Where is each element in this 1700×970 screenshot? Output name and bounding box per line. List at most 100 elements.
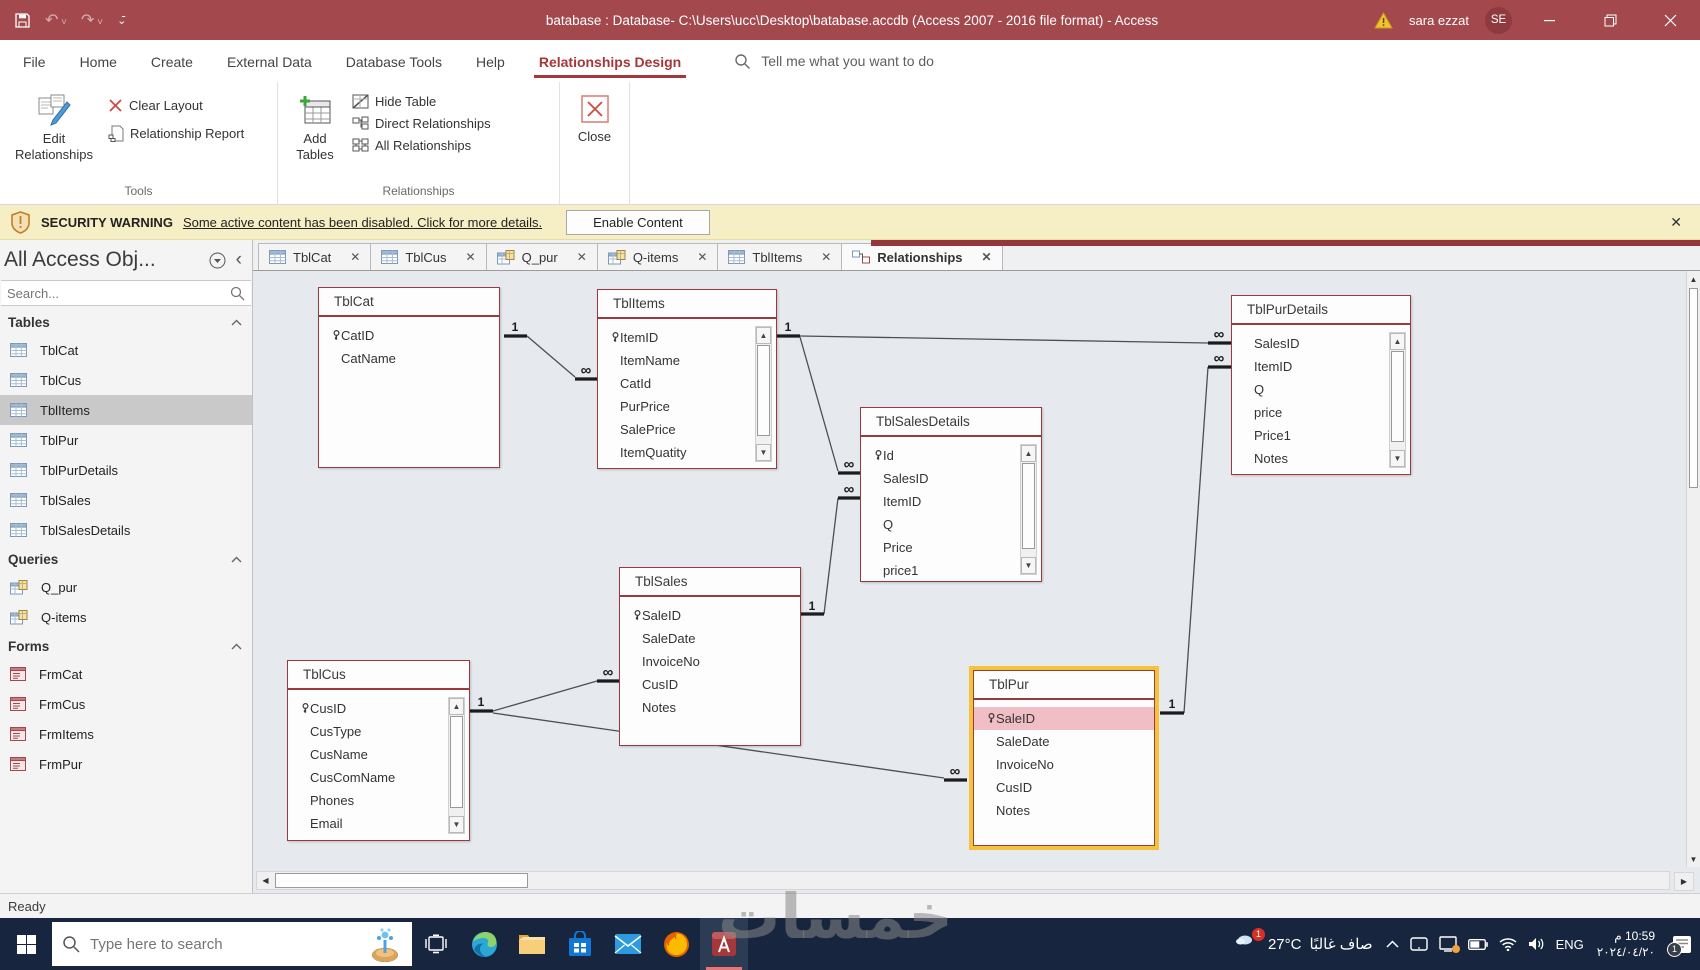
close-tab-icon[interactable]: ✕: [577, 250, 587, 264]
weather-widget[interactable]: 1 27°C صاف غالبًا: [1233, 927, 1373, 957]
table-field-saledate[interactable]: SaleDate: [620, 627, 800, 650]
minimize-button[interactable]: [1528, 0, 1572, 40]
scroll-down-icon[interactable]: ▼: [1687, 851, 1700, 867]
scroll-thumb[interactable]: [757, 345, 770, 436]
taskbar-search-box[interactable]: [52, 922, 412, 966]
cast-icon[interactable]: [1438, 936, 1460, 953]
sidebar-item-frmpur[interactable]: FrmPur: [0, 749, 252, 779]
customize-qat-icon[interactable]: ⌄̄: [117, 14, 126, 27]
sidebar-item-q-items[interactable]: Q-items: [0, 602, 252, 632]
sidebar-item-tblsalesdetails[interactable]: TblSalesDetails: [0, 515, 252, 545]
diagram-table-tblcat[interactable]: TblCat CatID CatName: [318, 287, 500, 468]
diagram-table-tblitems[interactable]: TblItems ItemID ItemName CatId PurPrice SaleP…: [597, 289, 777, 469]
user-name[interactable]: sara ezzat: [1409, 13, 1469, 28]
language-indicator[interactable]: ENG: [1556, 937, 1584, 952]
table-field-saledate[interactable]: SaleDate: [974, 730, 1154, 753]
horizontal-scrollbar[interactable]: ◀ ▶: [256, 871, 1694, 891]
tablet-mode-icon[interactable]: [1409, 936, 1428, 952]
table-scrollbar[interactable]: ▲ ▼: [755, 326, 772, 462]
scroll-up-icon[interactable]: ▲: [1687, 271, 1700, 287]
volume-icon[interactable]: [1528, 937, 1545, 951]
table-scrollbar[interactable]: ▲ ▼: [1020, 444, 1037, 575]
table-field-itemid[interactable]: ItemID: [1232, 355, 1410, 378]
table-field-price[interactable]: price: [1232, 401, 1410, 424]
scroll-left-icon[interactable]: ◀: [257, 872, 274, 889]
table-scrollbar[interactable]: ▲ ▼: [448, 697, 465, 834]
table-field-catname[interactable]: CatName: [319, 347, 499, 370]
sidebar-section-tables[interactable]: Tables: [0, 308, 252, 335]
close-relationships-button[interactable]: Close: [570, 88, 619, 145]
edge-icon[interactable]: [460, 918, 508, 970]
table-field-custype[interactable]: CusType: [288, 720, 469, 743]
search-icon[interactable]: [230, 286, 245, 301]
sidebar-item-tblitems[interactable]: TblItems: [0, 395, 252, 425]
add-tables-button[interactable]: Add Tables: [288, 88, 342, 164]
ribbon-tab-external-data[interactable]: External Data: [210, 44, 329, 78]
close-window-button[interactable]: [1648, 0, 1692, 40]
table-field-cuscomname[interactable]: CusComName: [288, 766, 469, 789]
table-field-catid[interactable]: CatID: [319, 324, 499, 347]
scroll-right-icon[interactable]: ▶: [1674, 872, 1694, 891]
file-explorer-icon[interactable]: [508, 918, 556, 970]
scroll-up-icon[interactable]: ▲: [756, 327, 771, 344]
table-field-itemid[interactable]: ItemID: [598, 326, 776, 349]
task-view-icon[interactable]: [412, 918, 460, 970]
scroll-down-icon[interactable]: ▼: [1021, 557, 1036, 574]
close-tab-icon[interactable]: ✕: [982, 250, 992, 264]
scroll-up-icon[interactable]: ▲: [449, 698, 464, 715]
table-field-price[interactable]: Price: [861, 536, 1041, 559]
close-tab-icon[interactable]: ✕: [821, 250, 831, 264]
scroll-down-icon[interactable]: ▼: [1390, 450, 1405, 467]
table-field-invoiceno[interactable]: InvoiceNo: [974, 753, 1154, 776]
table-field-price1[interactable]: price1: [861, 559, 1041, 582]
ribbon-tab-help[interactable]: Help: [459, 44, 522, 78]
document-tab-tblitems[interactable]: TblItems ✕: [717, 243, 843, 270]
sidebar-item-q_pur[interactable]: Q_pur: [0, 572, 252, 602]
table-field-cusid[interactable]: CusID: [620, 673, 800, 696]
table-field-cusname[interactable]: CusName: [288, 743, 469, 766]
chevron-up-icon[interactable]: [1386, 940, 1399, 948]
start-button[interactable]: [0, 918, 52, 970]
scroll-up-icon[interactable]: ▲: [1390, 333, 1405, 350]
chevron-up-icon[interactable]: [231, 319, 242, 326]
diagram-table-tblpur[interactable]: TblPur SaleID SaleDate InvoiceNo CusID Notes: [969, 666, 1159, 850]
table-field-itemid[interactable]: ItemID: [861, 490, 1041, 513]
table-field-notes[interactable]: Notes: [1232, 447, 1410, 470]
table-field-itemname[interactable]: ItemName: [598, 349, 776, 372]
table-field-itemquatity[interactable]: ItemQuatity: [598, 441, 776, 464]
scroll-thumb[interactable]: [1391, 351, 1404, 442]
ribbon-tab-home[interactable]: Home: [63, 44, 134, 78]
vertical-scrollbar[interactable]: ▲ ▼: [1686, 271, 1700, 867]
diagram-table-tblcus[interactable]: TblCus CusID CusType CusName CusComName Phone…: [287, 660, 470, 841]
sidebar-item-frmcat[interactable]: FrmCat: [0, 659, 252, 689]
relationships-canvas[interactable]: 1 ∞ 1 ∞ ∞ 1 ∞ 1 ∞ ∞ 1 ∞ TblCat CatID CatName TblItems I…: [253, 271, 1700, 893]
save-icon[interactable]: [14, 12, 31, 29]
horizontal-scroll-thumb[interactable]: [275, 873, 528, 888]
table-field-salesid[interactable]: SalesID: [861, 467, 1041, 490]
avatar[interactable]: SE: [1485, 6, 1512, 34]
ribbon-tab-relationships-design[interactable]: Relationships Design: [522, 44, 698, 78]
scroll-up-icon[interactable]: ▲: [1021, 445, 1036, 462]
sidebar-section-queries[interactable]: Queries: [0, 545, 252, 572]
hide-table-button[interactable]: Hide Table: [352, 94, 491, 109]
sidebar-section-forms[interactable]: Forms: [0, 632, 252, 659]
direct-relationships-button[interactable]: Direct Relationships: [352, 116, 491, 131]
tell-me-box[interactable]: Tell me what you want to do: [734, 53, 934, 70]
all-relationships-button[interactable]: All Relationships: [352, 138, 491, 153]
store-icon[interactable]: [556, 918, 604, 970]
diagram-table-tblsalesdetails[interactable]: TblSalesDetails Id SalesID ItemID Q Price pric…: [860, 407, 1042, 582]
ribbon-tab-file[interactable]: File: [6, 44, 63, 78]
restore-button[interactable]: [1588, 0, 1632, 40]
table-field-q[interactable]: Q: [1232, 378, 1410, 401]
vertical-scroll-thumb[interactable]: [1689, 288, 1698, 488]
scroll-thumb[interactable]: [450, 716, 463, 808]
table-field-price1[interactable]: Price1: [1232, 424, 1410, 447]
diagram-table-tblsales[interactable]: TblSales SaleID SaleDate InvoiceNo CusID Note…: [619, 567, 801, 746]
security-warning-link[interactable]: Some active content has been disabled. C…: [183, 215, 542, 230]
enable-content-button[interactable]: Enable Content: [566, 209, 710, 235]
sidebar-item-frmitems[interactable]: FrmItems: [0, 719, 252, 749]
shutter-bar-icon[interactable]: ‹: [236, 249, 242, 271]
document-tab-q_pur[interactable]: Q_pur ✕: [485, 243, 598, 270]
access-icon[interactable]: [700, 918, 748, 970]
mail-icon[interactable]: [604, 918, 652, 970]
